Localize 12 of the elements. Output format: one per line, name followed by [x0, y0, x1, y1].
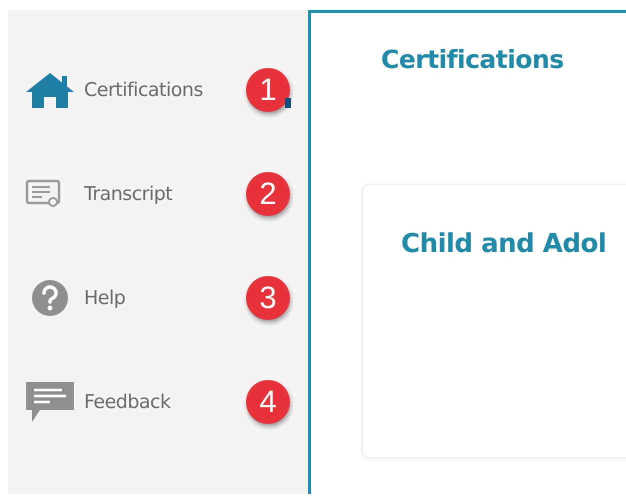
number-badge: 4 [246, 380, 290, 424]
number-badge: 2 [246, 172, 290, 216]
number-badge: 1 [246, 68, 290, 112]
certification-card[interactable]: Child and Adol [362, 184, 626, 458]
page-title: Certifications [381, 45, 564, 74]
sidebar-item[interactable]: Help 3 [8, 278, 308, 318]
number-badge: 3 [246, 276, 290, 320]
sidebar-item[interactable]: Feedback 4 [8, 382, 308, 422]
sidebar-item[interactable]: Transcript 2 [8, 174, 308, 214]
active-indicator [285, 98, 291, 108]
sidebar-item[interactable]: Certifications 1 [8, 70, 308, 110]
card-title: Child and Adol [401, 229, 606, 259]
